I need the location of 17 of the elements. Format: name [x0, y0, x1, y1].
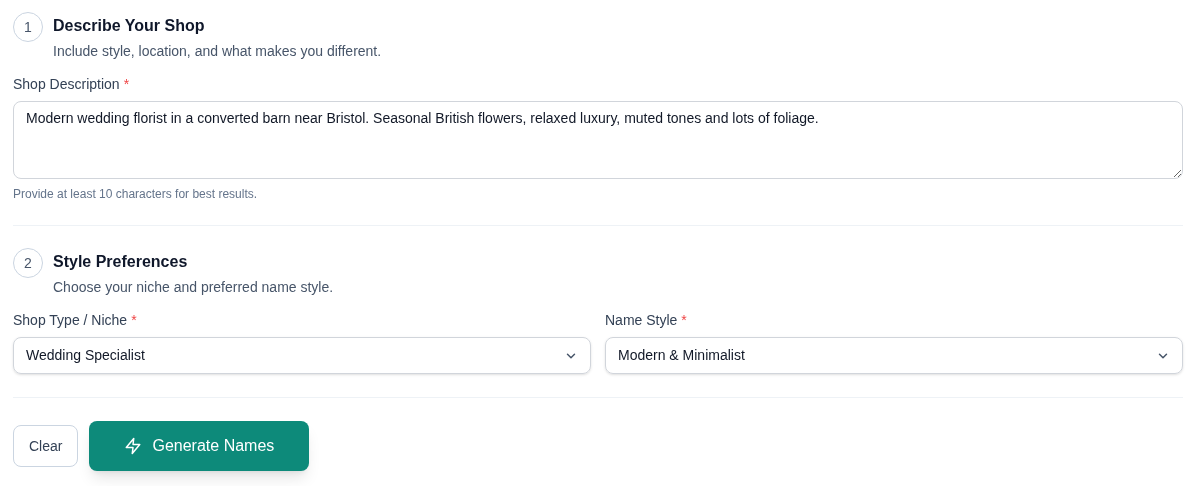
section-title: Describe Your Shop [53, 16, 206, 36]
required-mark: * [131, 311, 137, 330]
required-mark: * [681, 311, 687, 330]
section-title: Style Preferences [53, 252, 189, 272]
description-field[interactable]: Modern wedding florist in a converted barn near Bristol. Seasonal British flowers, relaxed luxury, muted tones and lots of foliage. [13, 101, 1183, 179]
field-label: Shop Description [13, 75, 120, 94]
field-label: Shop Type / Niche [13, 311, 128, 330]
generate-button[interactable]: Generate Names [89, 421, 310, 471]
section-subtitle: Choose your niche and preferred name style. [53, 278, 334, 296]
clear-button[interactable]: Clear [13, 425, 79, 467]
lightning-icon [124, 437, 143, 455]
required-mark: * [123, 75, 130, 94]
hint-text: Provide at least 10 characters for best results. [13, 186, 259, 203]
section-subtitle: Include style, location, and what makes you different. [53, 42, 382, 60]
select-field[interactable]: Wedding Specialist [13, 337, 591, 374]
field-label: Name Style [605, 311, 678, 330]
select-field[interactable]: Modern & Minimalist [605, 337, 1183, 374]
